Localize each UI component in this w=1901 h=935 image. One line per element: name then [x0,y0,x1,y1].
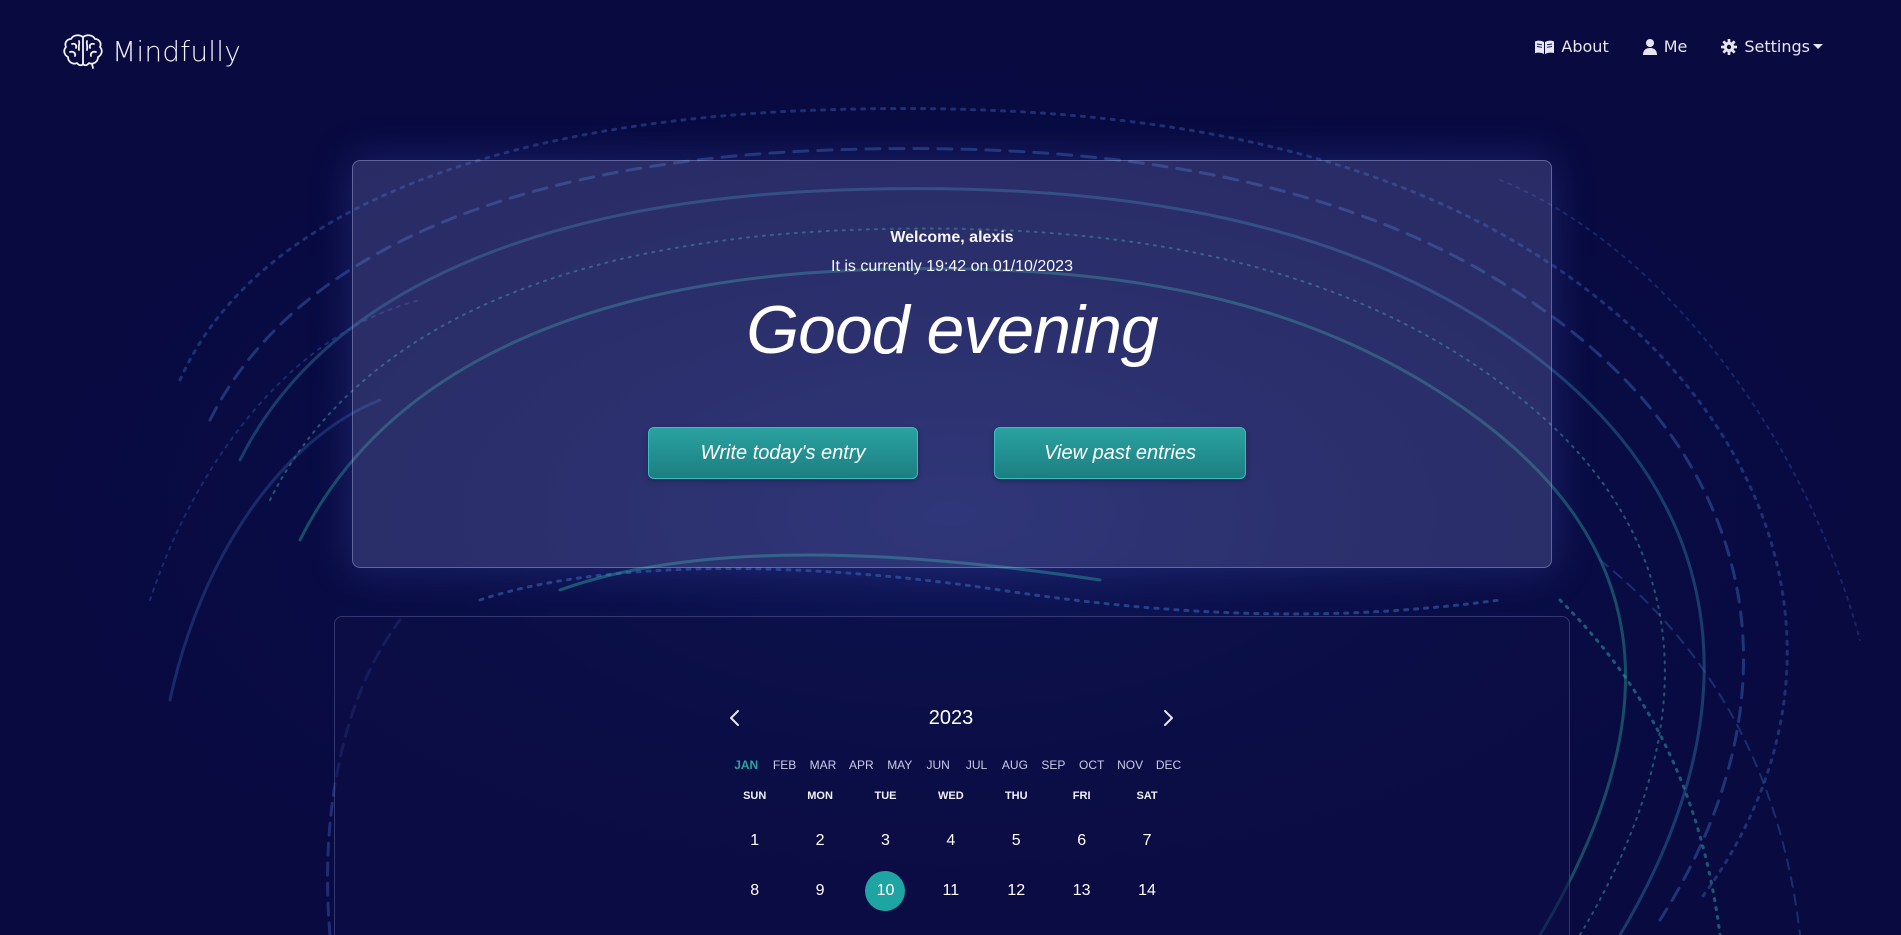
nav-settings-dropdown[interactable]: Settings [1721,37,1823,56]
calendar-day-number: 3 [881,832,890,849]
calendar-day[interactable]: 2 [787,821,852,861]
calendar-day-number: 6 [1077,832,1087,849]
calendar-day[interactable]: 5 [984,821,1049,861]
month-jul[interactable]: JUL [957,758,995,772]
weekday-tue: TUE [874,790,897,802]
nav-about-label: About [1561,37,1609,56]
calendar-day-number: 7 [1142,832,1152,849]
month-nov[interactable]: NOV [1111,758,1149,772]
calendar-day[interactable]: 1 [722,821,787,861]
weekday-wed: WED [938,790,964,802]
nav-me-link[interactable]: Me [1642,37,1688,56]
calendar-week-row: 8 9 10 11 12 13 14 [722,871,1180,911]
caret-down-icon [1813,44,1823,49]
write-entry-button[interactable]: Write today's entry [648,427,918,479]
month-dec[interactable]: DEC [1149,758,1187,772]
calendar-day[interactable]: 8 [722,871,787,911]
weekday-sun: SUN [743,790,767,802]
nav-me-label: Me [1663,37,1688,56]
user-icon [1642,38,1657,55]
calendar-day-number: 2 [815,832,825,849]
view-past-entries-button[interactable]: View past entries [994,427,1246,479]
greeting-headline: Good evening [746,292,1158,368]
calendar-day[interactable]: 12 [984,871,1049,911]
calendar-day-number: 10 [865,871,906,911]
calendar-day-number: 12 [1007,882,1026,899]
nav-settings-label: Settings [1744,37,1810,56]
weekday-fri: FRI [1072,790,1091,802]
welcome-message: Welcome, alexis [890,229,1014,246]
calendar-day[interactable]: 11 [918,871,983,911]
weekday-thu: THU [1004,790,1028,802]
calendar-day[interactable]: 13 [1049,871,1114,911]
month-selector: JAN FEB MAR APR MAY JUN JUL AUG SEP OCT NOV DEC [727,758,1188,772]
weekday-header: SUN MON TUE WED THU FRI SAT [722,790,1180,802]
brand-logo-link[interactable]: Mindfully [62,32,241,70]
calendar-day[interactable]: 7 [1114,821,1179,861]
month-mar[interactable]: MAR [804,758,842,772]
calendar-day-number: 14 [1138,882,1156,899]
calendar-day[interactable]: 6 [1049,821,1114,861]
calendar-year: 2023 [928,707,974,729]
month-aug[interactable]: AUG [996,758,1034,772]
nav-about-link[interactable]: About [1535,37,1609,56]
calendar-day-today[interactable]: 10 [853,871,918,911]
welcome-card: Welcome, alexis It is currently 19:42 on… [352,160,1552,568]
nav-links: About Me Settings [1501,37,1823,56]
chevron-right-icon[interactable] [1156,706,1180,730]
month-jan[interactable]: JAN [727,758,765,772]
month-apr[interactable]: APR [842,758,880,772]
brain-icon [63,34,103,69]
weekday-sat: SAT [1136,790,1158,802]
month-jun[interactable]: JUN [919,758,957,772]
brand-name: Mindfully [112,34,241,68]
calendar-day-number: 9 [815,882,825,899]
current-time-message: It is currently 19:42 on 01/10/2023 [831,258,1073,275]
book-open-icon [1535,40,1555,54]
calendar-day[interactable]: 14 [1114,871,1179,911]
top-navbar: Mindfully About Me Settings [0,0,1901,100]
calendar-day-number: 5 [1011,832,1021,849]
calendar-day[interactable]: 4 [918,821,983,861]
gear-icon [1721,38,1738,55]
calendar-day[interactable]: 3 [853,821,918,861]
calendar-week-row: 1 2 3 4 5 6 7 [722,821,1180,861]
month-sep[interactable]: SEP [1034,758,1072,772]
calendar-day[interactable]: 9 [787,871,852,911]
calendar-day-number: 11 [942,882,960,899]
month-oct[interactable]: OCT [1073,758,1111,772]
month-may[interactable]: MAY [881,758,919,772]
calendar-day-number: 8 [750,882,760,899]
calendar-day-number: 13 [1072,882,1091,899]
calendar-day-number: 1 [750,832,760,849]
month-feb[interactable]: FEB [765,758,803,772]
chevron-left-icon[interactable] [723,706,747,730]
weekday-mon: MON [807,790,833,802]
calendar-day-number: 4 [946,832,956,849]
